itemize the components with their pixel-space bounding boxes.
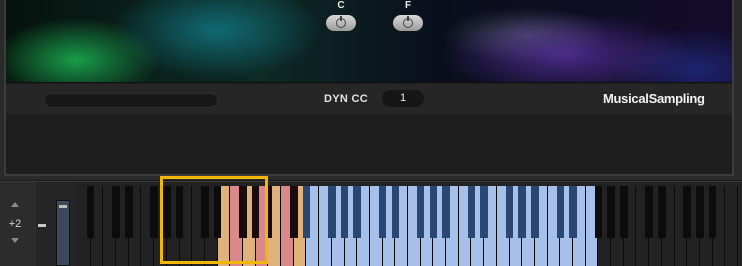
black-key[interactable]: [696, 186, 704, 238]
black-key[interactable]: [86, 186, 95, 238]
wheel-panel: [36, 182, 74, 266]
black-key[interactable]: [708, 186, 717, 238]
instrument-frame: C F DYN CC 1 MusicalSampling: [4, 0, 734, 176]
keyboard-area: +2: [0, 181, 742, 266]
black-key[interactable]: [302, 186, 311, 238]
black-key[interactable]: [531, 186, 539, 238]
black-key[interactable]: [340, 186, 349, 238]
octave-up-icon[interactable]: [11, 202, 19, 207]
piano-keyboard[interactable]: [78, 186, 738, 266]
black-key[interactable]: [569, 186, 577, 238]
dyn-cc-value[interactable]: 1: [382, 90, 424, 107]
black-key[interactable]: [442, 186, 450, 238]
black-key[interactable]: [467, 186, 476, 238]
octave-value: +2: [8, 218, 22, 230]
black-key[interactable]: [683, 186, 692, 238]
octave-down-icon[interactable]: [11, 238, 19, 243]
black-key[interactable]: [201, 186, 209, 238]
mod-wheel[interactable]: [56, 200, 70, 266]
knob-f-power-button[interactable]: [393, 15, 423, 31]
control-bar: DYN CC 1 MusicalSampling: [6, 84, 732, 114]
white-key[interactable]: [725, 186, 738, 266]
instrument-panel: C F DYN CC 1 MusicalSampling: [0, 0, 742, 180]
black-key[interactable]: [518, 186, 527, 238]
knob-c-power-button[interactable]: [326, 15, 356, 31]
black-key[interactable]: [556, 186, 565, 238]
black-key[interactable]: [594, 186, 603, 238]
knob-c: C: [324, 0, 358, 31]
knob-f: F: [391, 0, 425, 31]
black-key[interactable]: [658, 186, 666, 238]
brand-logo: MusicalSampling: [603, 91, 705, 106]
black-key[interactable]: [391, 186, 400, 238]
black-key[interactable]: [163, 186, 171, 238]
black-key[interactable]: [124, 186, 133, 238]
black-key[interactable]: [378, 186, 387, 238]
black-key[interactable]: [289, 186, 298, 238]
black-key[interactable]: [150, 186, 158, 238]
knob-f-label: F: [404, 0, 412, 11]
black-key[interactable]: [251, 186, 260, 238]
black-key[interactable]: [239, 186, 247, 238]
black-key[interactable]: [328, 186, 336, 238]
black-key[interactable]: [175, 186, 184, 238]
black-key[interactable]: [213, 186, 222, 238]
black-key[interactable]: [505, 186, 514, 238]
octave-control: +2: [0, 182, 37, 266]
preset-slot[interactable]: [44, 93, 218, 108]
black-key[interactable]: [264, 186, 273, 238]
dyn-cc-label: DYN CC: [324, 93, 368, 105]
black-key[interactable]: [619, 186, 628, 238]
knob-c-label: C: [337, 0, 345, 11]
artwork-background: C F: [6, 0, 732, 83]
black-key[interactable]: [645, 186, 653, 238]
black-key[interactable]: [416, 186, 425, 238]
black-key[interactable]: [353, 186, 362, 238]
black-key[interactable]: [429, 186, 438, 238]
pitch-center-mark: [38, 224, 46, 227]
power-icon: [403, 16, 413, 28]
black-key[interactable]: [480, 186, 488, 238]
black-key[interactable]: [112, 186, 120, 238]
black-key[interactable]: [607, 186, 615, 238]
power-icon: [336, 16, 346, 28]
